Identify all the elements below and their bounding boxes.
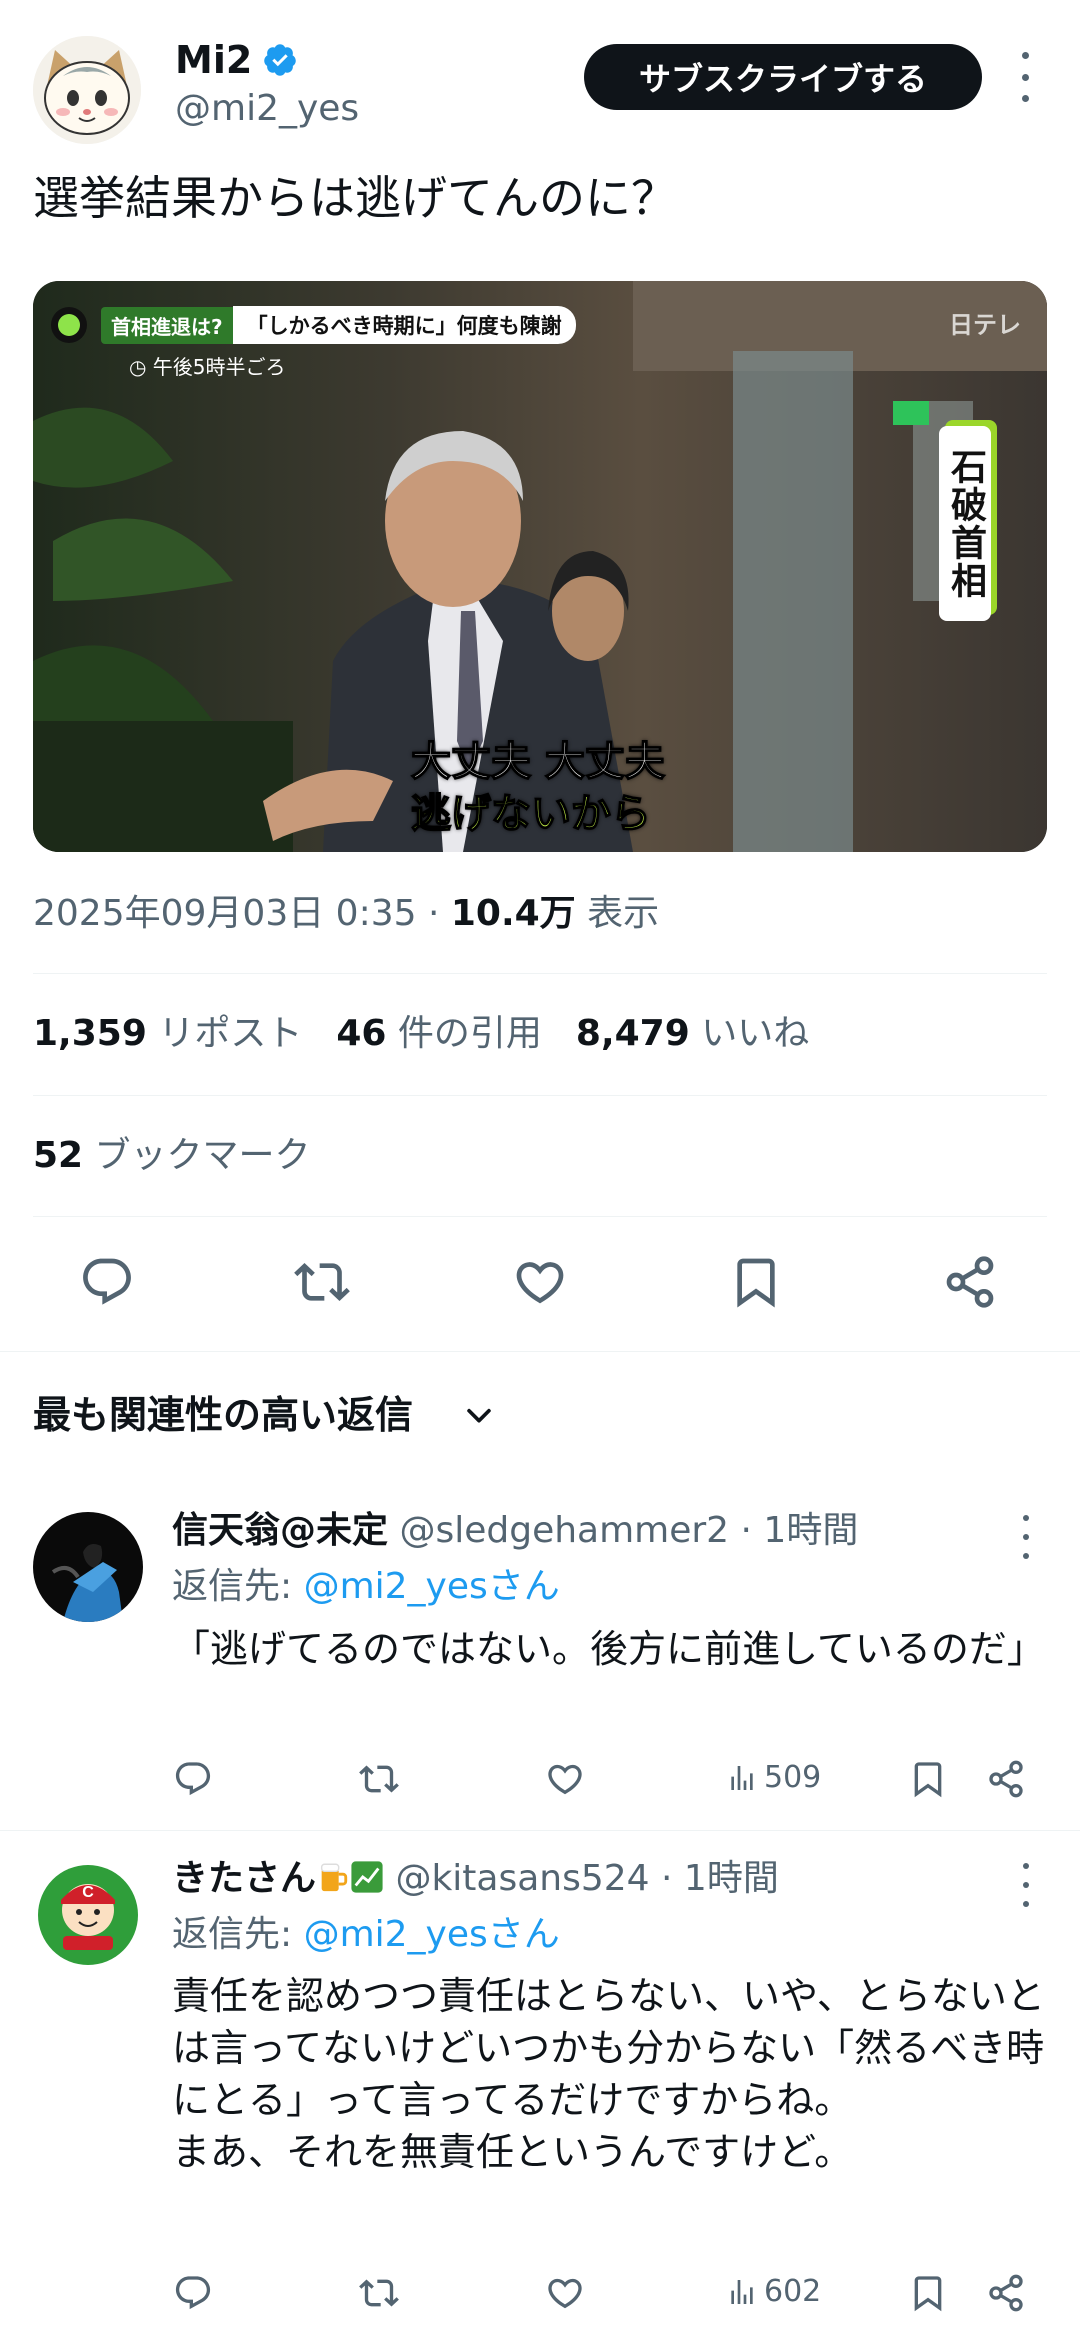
reply-like-button[interactable] [540,2268,590,2318]
repost-button[interactable] [290,1250,354,1314]
bookmark-icon [737,1258,775,1308]
analytics-icon [731,1765,753,1790]
reply-icon [83,1258,131,1305]
repost-icon [359,1765,399,1793]
reply-repost-button[interactable] [354,2268,404,2318]
tweet-timestamp[interactable]: 2025年09月03日 0:35 · 10.4万 表示 [33,890,659,938]
reply-more-options-icon[interactable] [1011,1515,1041,1559]
author-avatar[interactable] [33,36,141,144]
replies-sort-title[interactable]: 最も関連性の高い返信 [33,1391,413,1439]
reply-author-name[interactable]: 信天翁@未定 [172,1510,388,1551]
reply-bookmark-button[interactable] [903,2268,953,2318]
like-icon [516,1262,564,1304]
views-count: 10.4万 [450,893,576,934]
bookmark-button[interactable] [724,1250,788,1314]
chevron-down-icon[interactable] [462,1398,496,1432]
likes-stat[interactable]: 8,479 いいね [576,1010,809,1058]
tweet-text: 選挙結果からは逃げてんのに？ [33,171,677,225]
reply-like-button[interactable] [540,1754,590,1804]
reply-icon [175,2276,211,2310]
broadcaster-logo: 日テレ [949,311,1021,339]
tweet-media-image[interactable]: 首相進退は? 「しかるべき時期に」何度も陳謝 ◷ 午後5時半ごろ 日テレ 石破首… [33,281,1047,852]
share-icon [946,1256,994,1308]
reply-text: 「逃げてるのではない。後方に前進しているのだ」 [172,1627,1045,1671]
reply-reply-button[interactable] [168,1754,218,1804]
author-handle[interactable]: @mi2_yes [175,86,359,132]
reply-views-button[interactable]: 509 [726,1760,821,1795]
reply-repost-button[interactable] [354,1754,404,1804]
reply-to-line: 返信先: @mi2_yesさん [172,1566,560,1607]
author-name[interactable]: Mi2 [175,36,252,84]
reply-more-options-icon[interactable] [1011,1863,1041,1907]
divider [33,1095,1047,1096]
more-options-icon[interactable] [1010,52,1040,102]
divider [33,1216,1047,1217]
video-subtitle-line2: 逃げないから [410,790,652,838]
reply-views-button[interactable]: 602 [726,2274,821,2309]
bookmark-icon [914,1762,942,1798]
timestamp-text: 2025年09月03日 0:35 · [33,893,451,934]
reply-to-line: 返信先: @mi2_yesさん [172,1914,560,1955]
reply-header: きたさん @kitasans524 · 1時間 [172,1855,779,1903]
reply-share-button[interactable] [981,2268,1031,2318]
like-icon [548,2278,582,2309]
engagement-stats: 1,359 リポスト 46 件の引用 8,479 いいね [33,1010,843,1058]
reply-author-handle[interactable]: @kitasans524 · 1時間 [384,1858,778,1899]
reply-reply-button[interactable] [168,2268,218,2318]
reply-author-handle[interactable]: @sledgehammer2 · 1時間 [388,1510,858,1551]
divider [33,973,1047,974]
quotes-stat[interactable]: 46 件の引用 [336,1010,542,1058]
reply-text: 責任を認めつつ責任はとらない、いや、とらないとは言ってないけどいつかも分からない… [172,1974,1045,2174]
reposts-stat[interactable]: 1,359 リポスト [33,1010,302,1058]
share-icon [989,2274,1023,2312]
reply-to-mention[interactable]: @mi2_yesさん [304,1914,560,1955]
divider [0,1830,1080,1831]
reply-bookmark-button[interactable] [903,1754,953,1804]
video-caption-time: ◷ 午後5時半ごろ [129,355,286,379]
repost-icon [294,1263,350,1301]
video-subtitle-line1: 大丈夫 大丈夫 [410,738,665,786]
reply-share-button[interactable] [981,1754,1031,1804]
divider [0,1351,1080,1352]
share-button[interactable] [938,1250,1002,1314]
reply-to-mention[interactable]: @mi2_yesさん [304,1566,560,1607]
video-caption-tag: 首相進退は? [101,306,233,344]
like-button[interactable] [508,1250,572,1314]
reply-avatar[interactable] [33,1512,143,1622]
repost-icon [359,2279,399,2307]
subscribe-button[interactable]: サブスクライブする [584,44,982,110]
reply-avatar[interactable]: C [33,1860,143,1970]
views-label: 表示 [575,893,660,934]
beer-emoji-icon [316,1859,350,1893]
reply-views-count: 602 [764,2274,822,2309]
reply-header: 信天翁@未定 @sledgehammer2 · 1時間 [172,1507,858,1555]
bookmark-icon [914,2276,942,2312]
analytics-icon [731,2279,753,2304]
live-indicator-icon [51,307,87,343]
share-icon [989,1760,1023,1798]
video-caption-main: 「しかるべき時期に」何度も陳謝 [232,306,576,344]
reply-views-count: 509 [764,1760,822,1795]
reply-button[interactable] [75,1250,139,1314]
like-icon [548,1764,582,1795]
verified-badge-icon [262,42,298,78]
svg-text:C: C [82,1884,94,1901]
video-name-plate: 石破首相 [939,426,991,621]
reply-icon [175,1762,211,1796]
chart-yen-emoji-icon [350,1859,384,1893]
bookmarks-stat[interactable]: 52 ブックマーク [33,1132,311,1180]
reply-author-name[interactable]: きたさん [172,1858,316,1899]
